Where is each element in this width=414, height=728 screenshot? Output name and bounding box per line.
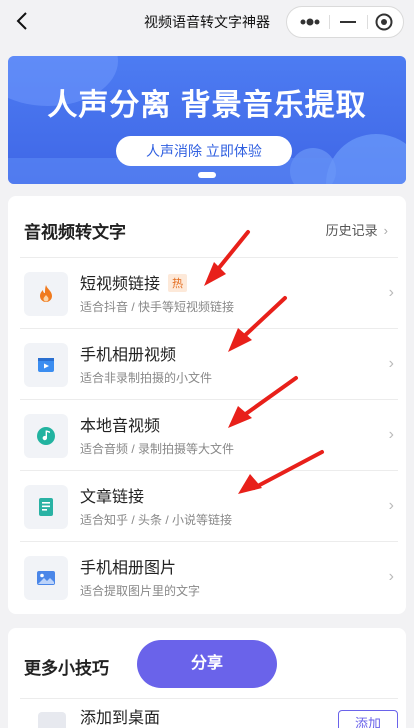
annotation-arrows (204, 230, 324, 494)
section-title: 更多小技巧 (24, 659, 109, 678)
share-button[interactable]: 分享 (137, 640, 277, 688)
add-to-desktop-title: 添加到桌面 (80, 710, 161, 727)
thumbs-up-icon (38, 712, 66, 728)
add-button[interactable]: 添加 (338, 710, 398, 728)
add-to-desktop-row: 添加到桌面 添加 (16, 698, 398, 728)
tips-section: 更多小技巧 分享 添加到桌面 添加 (8, 628, 406, 728)
